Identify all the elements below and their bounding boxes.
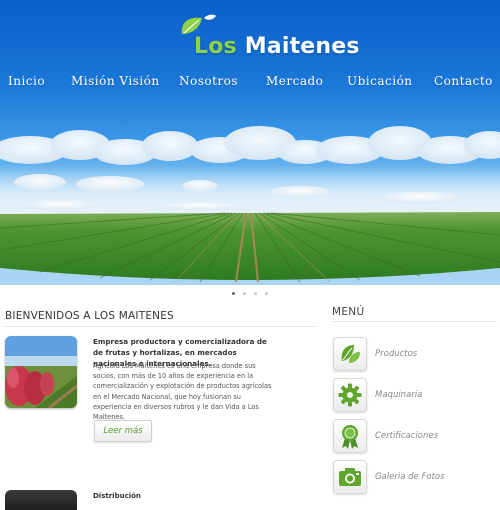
nav-item-inicio[interactable]: Inicio <box>8 74 45 88</box>
clouds <box>0 126 500 210</box>
leaves-icon <box>341 345 360 363</box>
logo-wordmark: Los Maitenes <box>194 34 360 59</box>
nav-item-nosotros[interactable]: Nosotros <box>179 74 238 88</box>
nav-item-mercado[interactable]: Mercado <box>266 74 323 88</box>
logo-word-maitenes: Maitenes <box>244 34 360 59</box>
divider <box>5 326 315 327</box>
distribution-image <box>5 490 77 510</box>
read-more-button[interactable]: Leer más <box>94 420 152 442</box>
slider-dot[interactable] <box>265 292 268 295</box>
menu-item-certificaciones[interactable]: Certificaciones <box>333 419 498 453</box>
menu-item-maquinaria[interactable]: Maquinaria <box>333 378 498 412</box>
menu-item-label: Galeria de Fotos <box>375 472 445 482</box>
gear-icon <box>338 383 362 407</box>
camera-icon <box>339 468 361 486</box>
slider-dot[interactable] <box>232 292 235 295</box>
site-logo[interactable]: Los Maitenes <box>176 12 359 62</box>
nav-item-mision-vision[interactable]: Misión Visión <box>71 74 160 88</box>
menu-heading: MENÚ <box>332 306 365 318</box>
nav-item-contacto[interactable]: Contacto <box>434 74 493 88</box>
menu-icon-tile <box>333 419 367 453</box>
main-nav: Inicio Misión Visión Nosotros Mercado Ub… <box>0 74 500 96</box>
menu-icon-tile <box>333 378 367 412</box>
distribution-heading: Distribución <box>93 492 141 500</box>
slider-dot[interactable] <box>254 292 257 295</box>
menu-icon-tile <box>333 337 367 371</box>
divider <box>332 321 497 322</box>
hero-banner: Los Maitenes Inicio Misión Visión Nosotr… <box>0 0 500 285</box>
menu-item-label: Maquinaria <box>375 390 423 400</box>
slider-dot[interactable] <box>243 292 246 295</box>
menu-icon-tile <box>333 460 367 494</box>
intro-paragraph: Agrícola Los Maitenes es una empresa don… <box>93 362 272 422</box>
award-ribbon-icon <box>342 425 358 449</box>
nav-item-ubicacion[interactable]: Ubicación <box>347 74 413 88</box>
menu-item-label: Certificaciones <box>375 431 439 441</box>
menu-item-galeria[interactable]: Galeria de Fotos <box>333 460 498 494</box>
menu-item-label: Productos <box>375 349 418 359</box>
welcome-heading: BIENVENIDOS A LOS MAITENES <box>5 310 174 322</box>
menu-item-productos[interactable]: Productos <box>333 337 498 371</box>
logo-word-los: Los <box>194 34 237 59</box>
produce-sacks-image <box>5 336 77 408</box>
